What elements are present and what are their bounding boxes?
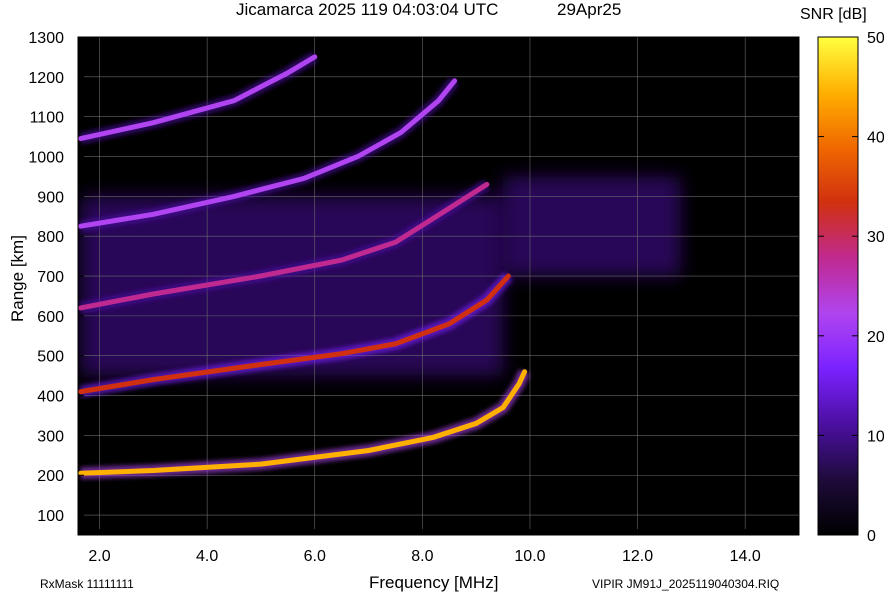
y-tick-label: 1000	[28, 150, 64, 167]
y-tick-label: 100	[37, 508, 64, 525]
y-tick-label: 500	[37, 349, 64, 366]
x-tick-label: 2.0	[88, 548, 110, 565]
x-tick-label: 14.0	[730, 548, 761, 565]
ionogram-chart: 2.0 4.0 6.0 8.0 10.0 12.0 14.01002003004005006…	[28, 30, 884, 565]
diffuse-echo-region	[80, 196, 504, 376]
y-tick-label: 200	[37, 468, 64, 485]
x-tick-label: 4.0	[196, 548, 218, 565]
x-tick-label: 12.0	[622, 548, 653, 565]
colorbar-tick-label: 20	[867, 329, 884, 346]
colorbar-tick-label: 10	[867, 428, 884, 445]
colorbar-tick-label: 0	[867, 528, 876, 545]
colorbar	[817, 36, 859, 536]
colorbar-tick-label: 40	[867, 130, 884, 147]
y-tick-label: 900	[37, 189, 64, 206]
y-tick-label: 300	[37, 428, 64, 445]
colorbar-tick-label: 30	[867, 229, 884, 246]
y-tick-label: 700	[37, 269, 64, 286]
colorbar-tick-label: 50	[867, 30, 884, 47]
y-tick-label: 1200	[28, 70, 64, 87]
x-tick-label: 8.0	[411, 548, 433, 565]
x-tick-label: 6.0	[304, 548, 326, 565]
y-tick-label: 600	[37, 309, 64, 326]
x-tick-label: 10.0	[514, 548, 545, 565]
y-tick-label: 1100	[30, 110, 65, 127]
y-tick-label: 1300	[28, 30, 64, 47]
y-tick-label: 800	[37, 229, 64, 246]
y-tick-label: 400	[37, 389, 64, 406]
